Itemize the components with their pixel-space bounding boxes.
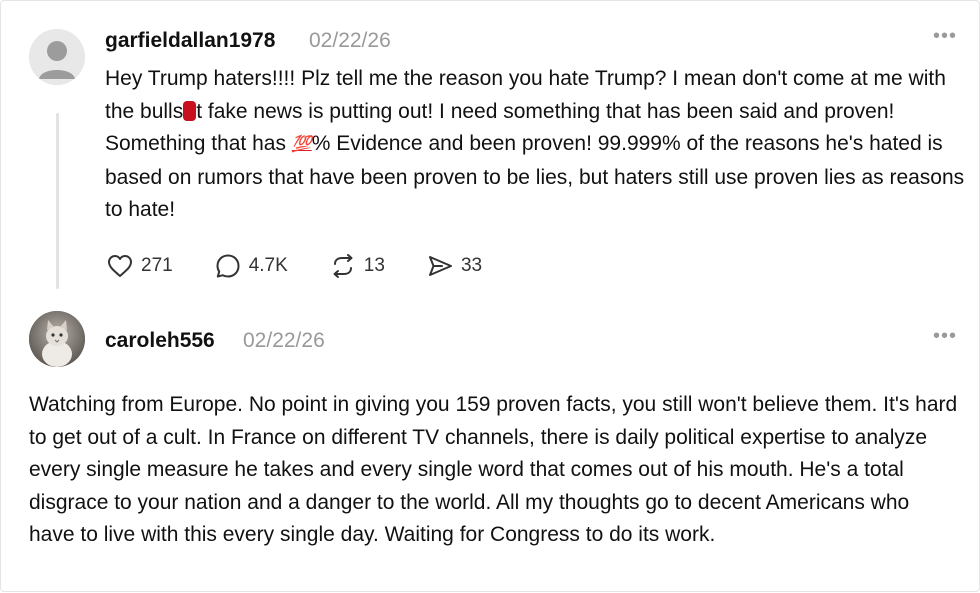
timestamp: 02/22/26 — [309, 29, 391, 52]
heart-icon — [108, 255, 132, 277]
thread-line — [56, 113, 59, 289]
feed-container: garfieldallan1978 02/22/26 ••• Hey Trump… — [0, 0, 980, 592]
share-icon — [428, 256, 452, 276]
like-count: 271 — [141, 255, 173, 276]
username[interactable]: garfieldallan1978 — [105, 29, 275, 53]
repost-button[interactable]: 13 — [328, 251, 385, 281]
more-icon[interactable]: ••• — [933, 325, 957, 348]
share-count: 33 — [460, 255, 483, 276]
post: garfieldallan1978 02/22/26 ••• Hey Trump… — [1, 1, 980, 301]
repost-icon — [333, 254, 353, 278]
post-text: Watching from Europe. No point in giving… — [29, 393, 958, 546]
comment-count: 4.7K — [248, 255, 288, 276]
default-avatar-icon — [29, 29, 85, 85]
hundred-emoji: 💯 — [291, 136, 312, 153]
share-button[interactable]: 33 — [425, 251, 482, 281]
avatar[interactable] — [29, 311, 85, 367]
repost-count: 13 — [363, 255, 385, 276]
post-text: Hey Trump haters!!!! Plz tell me the rea… — [105, 63, 971, 227]
timestamp: 02/22/26 — [243, 329, 325, 352]
more-icon[interactable]: ••• — [933, 25, 957, 48]
redaction-mark — [183, 100, 197, 121]
avatar[interactable] — [29, 29, 85, 85]
post: caroleh556 02/22/26 ••• Watching from Eu… — [1, 301, 980, 593]
comment-button[interactable]: 4.7K — [213, 251, 288, 281]
comment-icon — [216, 254, 240, 278]
cat-photo-icon — [29, 311, 85, 367]
post-actions: 271 4.7K 13 33 — [105, 249, 522, 283]
like-button[interactable]: 271 — [105, 251, 173, 281]
username[interactable]: caroleh556 — [105, 329, 215, 353]
